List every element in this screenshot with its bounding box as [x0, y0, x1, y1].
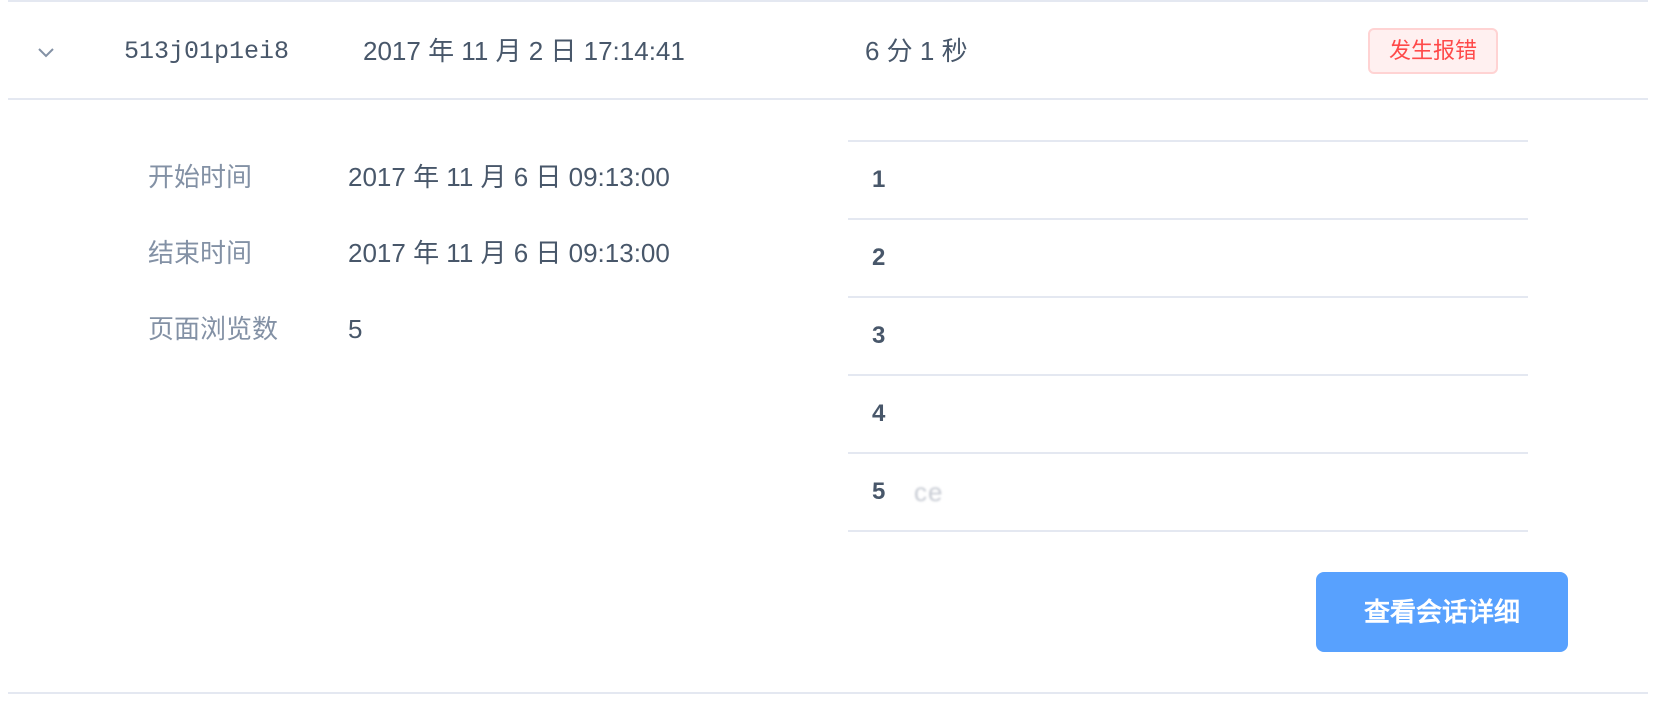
chevron-down-icon[interactable] — [34, 40, 58, 64]
start-time-label: 开始时间 — [148, 162, 253, 192]
list-item: 1 — [848, 142, 1528, 220]
session-duration: 6 分 1 秒 — [865, 36, 968, 66]
list-item: 4 — [848, 376, 1528, 454]
session-id: 513j01p1ei8 — [124, 37, 290, 66]
session-time: 2017 年 11 月 2 日 17:14:41 — [363, 36, 685, 66]
page-url: ce — [914, 477, 944, 507]
list-item: 5 ce — [848, 454, 1528, 532]
end-time-label: 结束时间 — [148, 238, 253, 268]
page-views-label: 页面浏览数 — [148, 314, 279, 344]
page-list: 1 2 3 4 5 ce — [848, 140, 1528, 532]
start-time-value: 2017 年 11 月 6 日 09:13:00 — [348, 162, 670, 192]
page-views-value: 5 — [348, 314, 363, 344]
page-index: 5 — [872, 478, 886, 505]
divider — [8, 692, 1648, 694]
list-item: 3 — [848, 298, 1528, 376]
view-session-detail-button[interactable]: 查看会话详细 — [1316, 572, 1568, 652]
page-index: 3 — [872, 322, 886, 349]
session-panel: 513j01p1ei8 2017 年 11 月 2 日 17:14:41 6 分… — [8, 0, 1648, 702]
page-index: 1 — [872, 166, 886, 193]
status-badge: 发生报错 — [1368, 28, 1498, 74]
list-item: 2 — [848, 220, 1528, 298]
page-index: 2 — [872, 244, 886, 271]
page-index: 4 — [872, 400, 886, 427]
end-time-value: 2017 年 11 月 6 日 09:13:00 — [348, 238, 670, 268]
session-header-row[interactable]: 513j01p1ei8 2017 年 11 月 2 日 17:14:41 6 分… — [8, 2, 1648, 100]
